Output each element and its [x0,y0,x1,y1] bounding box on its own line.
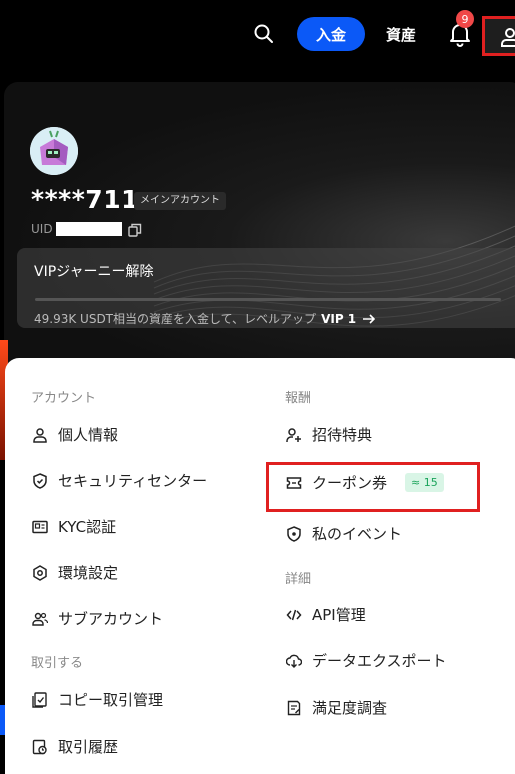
user-menu-button[interactable] [482,16,515,56]
account-menu-panel: アカウント 個人情報 セキュリティセンター KYC認証 環境設定 サブアカウント… [5,358,515,774]
coupon-count-badge: ≈ 15 [405,473,444,492]
menu-item-trade-history[interactable]: 取引履歴 [31,736,118,757]
code-icon [285,606,303,624]
section-title-details: 詳細 [285,572,312,587]
top-bar: 入金 資産 9 [0,0,515,66]
menu-item-label: 満足度調査 [312,699,388,717]
menu-item-kyc[interactable]: KYC認証 [31,516,116,537]
cloud-download-icon [285,652,303,670]
vip-description[interactable]: 49.93K USDT相当の資産を入金して、レベルアップ VIP 1 [34,310,376,327]
menu-item-my-events[interactable]: 私のイベント [285,523,402,544]
menu-item-label: API管理 [312,606,366,624]
vip-progress-bar [35,298,501,301]
menu-item-label: KYC認証 [58,518,117,536]
menu-item-personal-info[interactable]: 個人情報 [31,424,118,445]
ticket-icon [285,474,303,492]
menu-item-label: クーポン券 [312,474,388,492]
person-icon [31,426,49,444]
menu-item-label: 招待特典 [312,426,373,444]
menu-item-data-export[interactable]: データエクスポート [285,650,447,671]
vip-panel[interactable]: VIPジャーニー解除 49.93K USDT相当の資産を入金して、レベルアップ … [17,248,515,328]
menu-item-label: 個人情報 [58,426,119,444]
search-icon[interactable] [252,22,276,46]
uid-value-masked [56,222,122,236]
menu-item-api-management[interactable]: API管理 [285,604,366,625]
copy-trade-icon [31,691,49,709]
menu-item-label: データエクスポート [312,652,447,670]
vip-target-level: VIP 1 [321,311,357,326]
menu-item-sub-accounts[interactable]: サブアカウント [31,608,163,629]
menu-item-label: セキュリティセンター [58,472,208,490]
history-icon [31,738,49,756]
user-icon [501,28,515,47]
section-title-rewards: 報酬 [285,391,312,406]
deposit-button[interactable]: 入金 [297,17,365,51]
add-user-icon [285,426,303,444]
menu-item-label: 環境設定 [58,564,119,582]
menu-item-label: サブアカウント [58,610,164,628]
menu-item-copy-trading[interactable]: コピー取引管理 [31,689,163,710]
menu-item-preferences[interactable]: 環境設定 [31,562,118,583]
account-type-badge: メインアカウント [134,192,226,210]
section-title-trade: 取引する [31,656,84,671]
vip-description-text: 49.93K USDT相当の資産を入金して、レベルアップ [34,312,317,326]
shield-icon [31,472,49,490]
profile-card: ****711 メインアカウント UID VIPジャーニー解除 49.93K U… [4,82,515,372]
menu-item-security-center[interactable]: セキュリティセンター [31,470,207,491]
menu-item-survey[interactable]: 満足度調査 [285,697,387,718]
menu-item-coupons[interactable]: クーポン券 ≈ 15 [285,472,444,493]
event-icon [285,525,303,543]
users-icon [31,610,49,628]
assets-link[interactable]: 資産 [386,24,416,45]
section-title-account: アカウント [31,391,97,406]
copy-icon[interactable] [128,222,142,241]
vip-title: VIPジャーニー解除 [34,264,154,280]
username: ****711 [31,185,139,214]
menu-item-label: 取引履歴 [58,738,119,756]
menu-item-referral[interactable]: 招待特典 [285,424,372,445]
menu-item-label: 私のイベント [312,525,403,543]
settings-icon [31,564,49,582]
uid-label: UID [31,222,53,236]
menu-item-label: コピー取引管理 [58,691,164,709]
survey-icon [285,699,303,717]
arrow-right-icon [362,313,376,325]
notification-badge: 9 [456,10,474,28]
id-card-icon [31,518,49,536]
avatar[interactable] [30,127,78,175]
